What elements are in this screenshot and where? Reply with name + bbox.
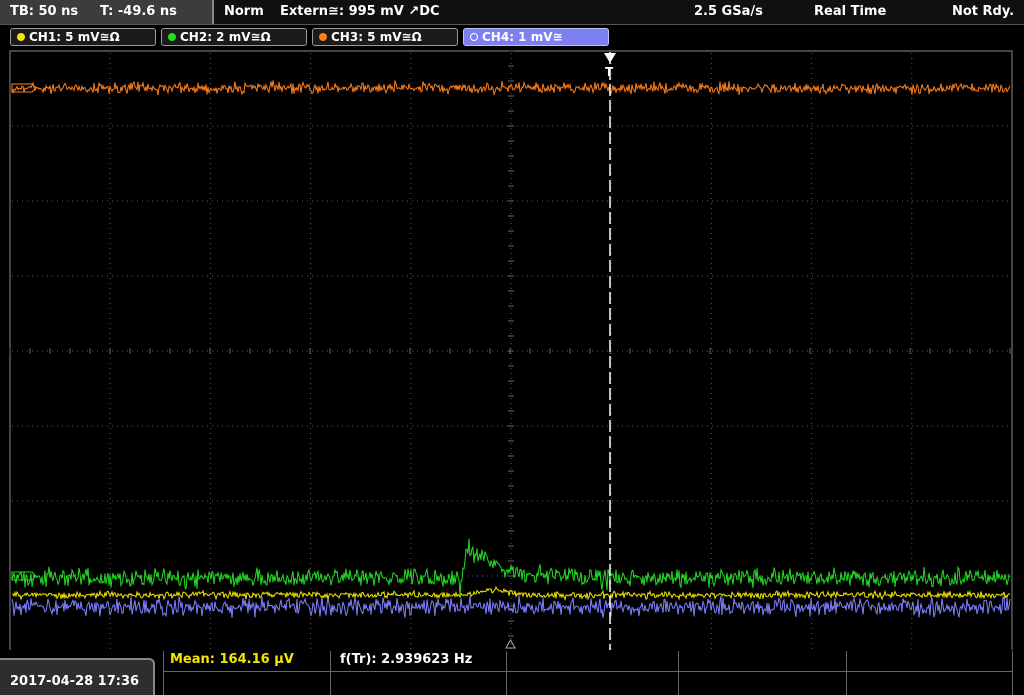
timebase-readout: TB: 50 ns — [10, 4, 79, 19]
channel-2-label: CH2: 2 mV≅Ω — [180, 30, 271, 44]
mean-measurement[interactable]: Mean: 164.16 µV — [170, 652, 294, 667]
trigger-t-marker: T — [605, 65, 614, 79]
channel-2-color-dot — [168, 33, 176, 41]
channel-1-chip[interactable]: CH1: 5 mV≅Ω — [10, 28, 156, 46]
channel-4-chip[interactable]: CH4: 1 mV≅ — [463, 28, 609, 46]
channel-4-label: CH4: 1 mV≅ — [482, 30, 563, 44]
datetime-box: 2017-04-28 17:36 — [0, 658, 155, 695]
trigger-time-readout: T: -49.6 ns — [100, 4, 177, 19]
measurement-bar: Mean: 164.16 µV f(Tr): 2.939623 Hz 2017-… — [0, 650, 1024, 695]
frequency-measurement[interactable]: f(Tr): 2.939623 Hz — [340, 652, 472, 667]
channel-3-chip[interactable]: CH3: 5 mV≅Ω — [312, 28, 458, 46]
channel-3-label: CH3: 5 mV≅Ω — [331, 30, 422, 44]
status-bar: TB: 50 ns T: -49.6 ns Norm Extern≅: 995 … — [0, 0, 1024, 25]
trigger-source[interactable]: Extern≅: 995 mV ↗DC — [280, 4, 440, 19]
timebase-box[interactable]: TB: 50 ns T: -49.6 ns — [0, 0, 214, 24]
channel-3-color-dot — [319, 33, 327, 41]
channel-4-color-dot — [470, 33, 478, 41]
sample-rate: 2.5 GSa/s — [694, 4, 763, 19]
status-indicator: Not Rdy. — [952, 4, 1015, 19]
acquisition-mode[interactable]: Real Time — [814, 4, 886, 19]
channel-bar: CH1: 5 mV≅Ω CH2: 2 mV≅Ω CH3: 5 mV≅Ω CH4:… — [0, 25, 1024, 49]
channel-1-label: CH1: 5 mV≅Ω — [29, 30, 120, 44]
datetime-readout: 2017-04-28 17:36 — [10, 674, 140, 689]
waveform-display[interactable]: T — [0, 49, 1024, 651]
channel-2-chip[interactable]: CH2: 2 mV≅Ω — [161, 28, 307, 46]
trigger-mode[interactable]: Norm — [224, 4, 264, 19]
channel-1-color-dot — [17, 33, 25, 41]
